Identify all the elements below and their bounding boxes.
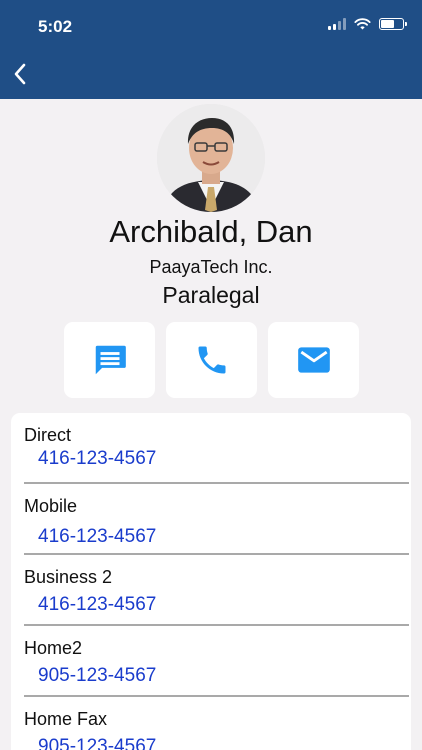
contact-company: PaayaTech Inc. <box>149 257 273 277</box>
divider <box>24 482 409 484</box>
phone-label: Home Fax <box>24 709 108 729</box>
signal-icon <box>328 18 346 30</box>
battery-icon <box>379 18 407 30</box>
phone-number-link[interactable]: 905-123-4567 <box>38 665 156 687</box>
action-buttons <box>64 322 359 398</box>
status-icons <box>328 18 407 30</box>
phone-number-link[interactable]: 905-123-4567 <box>38 736 156 750</box>
divider <box>24 695 409 697</box>
phone-number-link[interactable]: 416-123-4567 <box>38 526 156 548</box>
email-button[interactable] <box>268 322 359 398</box>
phone-label: Direct <box>24 425 72 445</box>
app-header: 5:02 <box>0 0 422 99</box>
mail-icon <box>297 347 330 373</box>
phone-list-card: Direct 416-123-4567 Mobile 416-123-4567 … <box>11 413 411 750</box>
contact-name: Archibald, Dan <box>109 214 313 249</box>
phone-label: Business 2 <box>24 567 113 587</box>
chevron-left-icon <box>14 63 26 85</box>
contact-title: Paralegal <box>162 282 260 308</box>
phone-label: Home2 <box>24 638 83 658</box>
phone-number-link[interactable]: 416-123-4567 <box>38 448 156 470</box>
phone-icon <box>198 346 225 374</box>
divider <box>24 624 409 626</box>
status-time: 5:02 <box>38 17 73 36</box>
person-photo <box>157 104 265 212</box>
divider <box>24 553 409 555</box>
avatar <box>157 104 265 212</box>
phone-number-link[interactable]: 416-123-4567 <box>38 594 156 616</box>
message-button[interactable] <box>64 322 155 398</box>
call-button[interactable] <box>166 322 257 398</box>
phone-label: Mobile <box>24 496 78 516</box>
back-button[interactable] <box>6 60 34 88</box>
wifi-icon <box>354 18 371 30</box>
message-icon <box>95 345 126 375</box>
